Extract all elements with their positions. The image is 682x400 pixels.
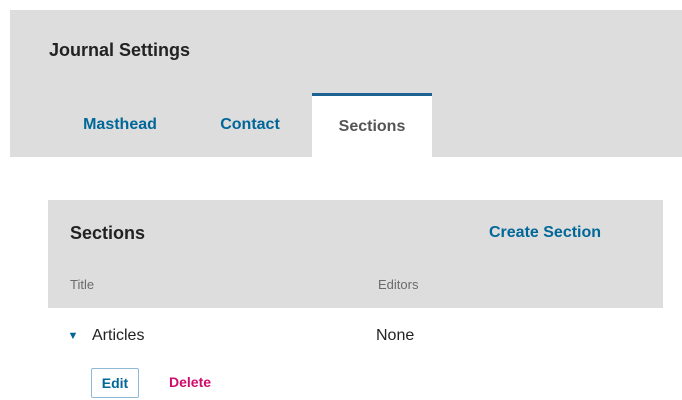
tab-masthead[interactable]: Masthead [60,93,180,157]
edit-button-label: Edit [101,375,129,391]
column-header-editors: Editors [378,277,419,292]
edit-button[interactable]: Edit [91,368,139,398]
section-title: Articles [92,327,145,344]
triangle-down-icon[interactable]: ▼ [66,329,80,343]
sections-grid-title: Sections [70,223,146,243]
tab-contact-label: Contact [220,116,280,133]
settings-header: Journal Settings Masthead Contact Sectio… [10,10,682,157]
tab-sections-label: Sections [338,117,406,135]
tab-masthead-label: Masthead [83,116,157,133]
delete-button-label: Delete [169,374,212,390]
tab-sections[interactable]: Sections [312,93,432,157]
column-header-title: Title [70,277,95,292]
section-editors: None [376,327,415,344]
table-row: ▼ Articles None Edit Delete [48,308,663,400]
delete-button[interactable]: Delete [169,374,211,390]
tab-contact[interactable]: Contact [200,93,300,157]
page-title: Journal Settings [49,40,191,60]
sections-grid: Sections Create Section Title Editors ▼ … [48,200,663,400]
create-section-button[interactable]: Create Section [489,224,601,242]
